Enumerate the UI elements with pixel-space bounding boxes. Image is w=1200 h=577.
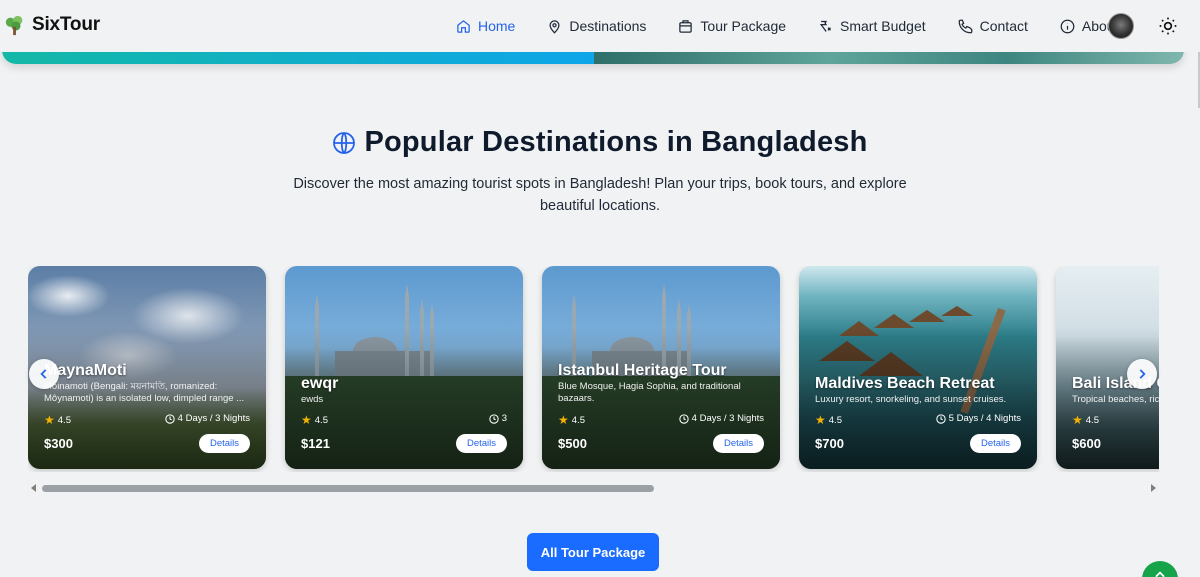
main-nav: Home Destinations Tour Package Smart Bud… xyxy=(456,0,1150,52)
nav-item-tour-package[interactable]: Tour Package xyxy=(678,18,786,34)
card-description: ewds xyxy=(301,394,324,405)
nav-item-home[interactable]: Home xyxy=(456,18,515,34)
clock-icon xyxy=(935,413,946,424)
scroll-left-arrow-icon[interactable] xyxy=(31,484,36,492)
star-icon: ★ xyxy=(558,413,569,427)
details-button[interactable]: Details xyxy=(712,434,764,453)
briefcase-icon xyxy=(679,19,693,33)
carousel-scrollbar[interactable] xyxy=(28,482,1159,494)
all-tour-package-button[interactable]: All Tour Package xyxy=(527,533,659,571)
card-duration: 5 Days / 4 Nights xyxy=(935,413,1021,424)
budget-icon xyxy=(819,20,831,32)
card-price: $500 xyxy=(558,436,587,451)
home-icon xyxy=(457,19,470,33)
carousel-prev-button[interactable] xyxy=(29,359,59,389)
nav-label-home: Home xyxy=(478,18,516,34)
card-rating: ★ 4.5 xyxy=(558,413,585,427)
rating-value: 4.5 xyxy=(1085,414,1099,426)
nav-label-contact: Contact xyxy=(979,18,1028,34)
details-button[interactable]: Details xyxy=(455,434,507,453)
star-icon: ★ xyxy=(301,413,312,427)
nav-item-destinations[interactable]: Destinations xyxy=(547,18,646,34)
star-icon: ★ xyxy=(1072,413,1083,427)
card-title: ewqr xyxy=(301,375,339,392)
card-duration: 4 Days / 3 Nights xyxy=(164,413,250,424)
card-price: $300 xyxy=(44,436,73,451)
section-title: Popular Destinations in Bangladesh xyxy=(364,126,868,158)
card-description: Luxury resort, snorkeling, and sunset cr… xyxy=(815,394,1007,405)
nav-label-tour-package: Tour Package xyxy=(700,18,787,34)
chevron-left-icon xyxy=(40,369,47,379)
brand[interactable]: SixTour xyxy=(4,14,100,36)
destination-card[interactable]: MaynaMoti Moinamoti (Bengali: ময়নামতি, … xyxy=(28,266,266,469)
card-rating: ★ 4.5 xyxy=(1072,413,1099,427)
scrollbar-thumb[interactable] xyxy=(42,485,654,492)
avatar[interactable] xyxy=(1108,13,1134,39)
star-icon: ★ xyxy=(815,413,826,427)
chevron-up-icon xyxy=(1155,571,1165,577)
duration-value: 5 Days / 4 Nights xyxy=(948,413,1021,424)
card-description: Blue Mosque, Hagia Sophia, and tradition… xyxy=(558,381,741,404)
card-price: $121 xyxy=(301,436,330,451)
rating-value: 4.5 xyxy=(57,414,71,426)
phone-icon xyxy=(958,19,972,33)
card-duration: 4 Days / 3 Nights xyxy=(678,413,764,424)
destination-card[interactable]: ewqr ewds ★ 4.5 3 $121 Details xyxy=(285,266,523,469)
rating-value: 4.5 xyxy=(314,414,328,426)
nav-item-contact[interactable]: Contact xyxy=(958,18,1028,34)
globe-icon xyxy=(333,131,356,154)
card-description: Tropical beaches, rice xyxy=(1072,394,1159,405)
scroll-to-top-button[interactable] xyxy=(1142,561,1178,577)
details-button[interactable]: Details xyxy=(969,434,1021,453)
clock-icon xyxy=(678,413,689,424)
info-icon xyxy=(1060,19,1075,33)
card-title: Istanbul Heritage Tour xyxy=(558,362,727,379)
card-rating: ★ 4.5 xyxy=(301,413,328,427)
clock-icon xyxy=(164,413,175,424)
card-rating: ★ 4.5 xyxy=(44,413,71,427)
brand-name: SixTour xyxy=(32,14,100,35)
destination-card[interactable]: Istanbul Heritage Tour Blue Mosque, Hagi… xyxy=(542,266,780,469)
duration-value: 4 Days / 3 Nights xyxy=(177,413,250,424)
carousel-next-button[interactable] xyxy=(1127,359,1157,389)
card-rating: ★ 4.5 xyxy=(815,413,842,427)
sun-icon[interactable] xyxy=(1158,16,1178,36)
rating-value: 4.5 xyxy=(828,414,842,426)
section-subtitle: Discover the most amazing tourist spots … xyxy=(293,176,907,214)
tree-logo-icon xyxy=(5,15,23,36)
nav-label-smart-budget: Smart Budget xyxy=(840,18,926,34)
clock-icon xyxy=(489,413,499,424)
card-price: $600 xyxy=(1072,436,1101,451)
section-heading: Popular Destinations in Bangladesh xyxy=(0,126,1200,159)
card-price: $700 xyxy=(815,436,844,451)
navbar: SixTour Home Destinations Tour Package S… xyxy=(0,0,1200,52)
destination-carousel[interactable]: MaynaMoti Moinamoti (Bengali: ময়নামতি, … xyxy=(28,266,1159,472)
card-duration: 3 xyxy=(489,413,507,424)
details-button[interactable]: Details xyxy=(198,434,250,453)
star-icon: ★ xyxy=(44,413,55,427)
card-description: Moinamoti (Bengali: ময়নামতি, romanized:… xyxy=(44,381,245,404)
rating-value: 4.5 xyxy=(571,414,585,426)
chevron-right-icon xyxy=(1139,369,1146,379)
duration-value: 3 xyxy=(501,413,507,424)
destination-card[interactable]: Maldives Beach Retreat Luxury resort, sn… xyxy=(799,266,1037,469)
map-pin-icon xyxy=(549,19,560,34)
card-title: Maldives Beach Retreat xyxy=(815,375,995,392)
nav-label-destinations: Destinations xyxy=(569,18,647,34)
duration-value: 4 Days / 3 Nights xyxy=(691,413,764,424)
nav-item-smart-budget[interactable]: Smart Budget xyxy=(818,18,926,34)
scroll-right-arrow-icon[interactable] xyxy=(1151,484,1156,492)
